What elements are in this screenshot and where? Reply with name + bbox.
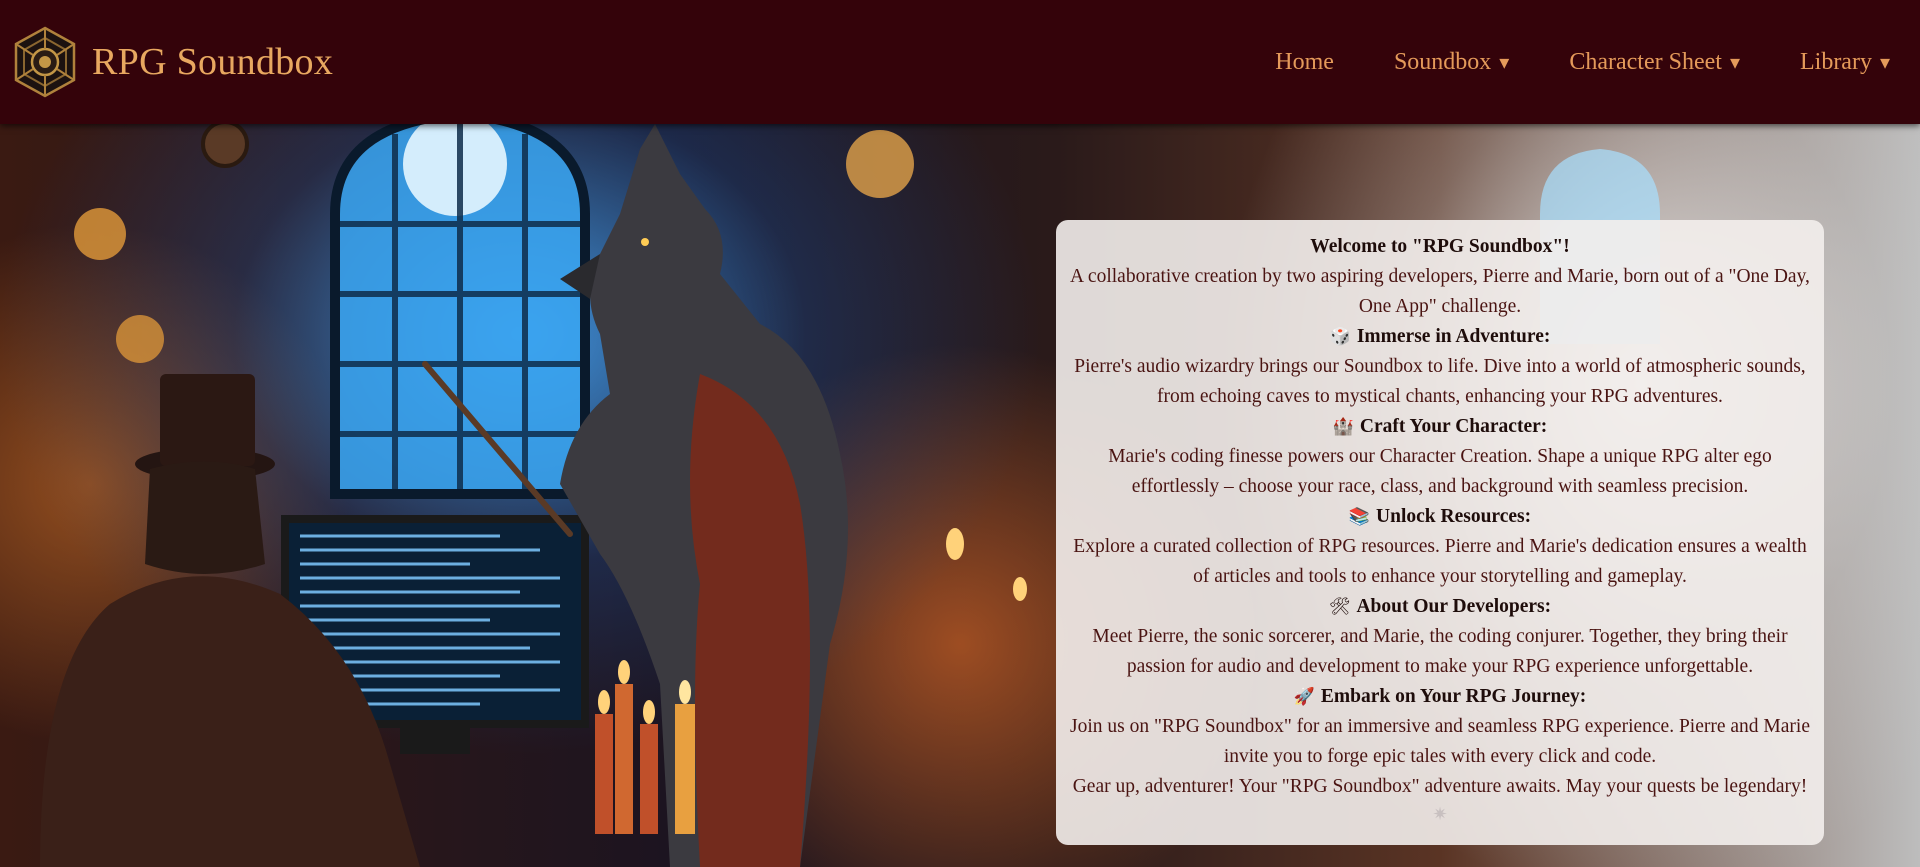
nav-character-sheet-label: Character Sheet bbox=[1569, 48, 1722, 75]
section-heading-text: Embark on Your RPG Journey: bbox=[1320, 686, 1587, 707]
section-heading-immerse: 🎲 Immerse in Adventure: bbox=[1064, 322, 1816, 352]
chevron-down-icon: ▾ bbox=[1499, 51, 1510, 74]
dice-icon: 🎲 bbox=[1329, 327, 1351, 347]
nav-soundbox-label: Soundbox bbox=[1393, 48, 1492, 75]
section-heading-resources: 📚 Unlock Resources: bbox=[1064, 502, 1816, 532]
section-heading-text: Craft Your Character: bbox=[1359, 416, 1548, 437]
nav-soundbox-dropdown[interactable]: Soundbox ▾ bbox=[1394, 49, 1509, 76]
brand-link[interactable]: RPG Soundbox bbox=[12, 26, 333, 98]
hero-section: Welcome to "RPG Soundbox"! A collaborati… bbox=[0, 124, 1920, 867]
books-icon: 📚 bbox=[1348, 507, 1371, 527]
welcome-card: Welcome to "RPG Soundbox"! A collaborati… bbox=[1056, 220, 1824, 845]
chevron-down-icon: ▾ bbox=[1879, 51, 1890, 74]
section-body-developers: Meet Pierre, the sonic sorcerer, and Mar… bbox=[1092, 626, 1788, 677]
welcome-intro: A collaborative creation by two aspiring… bbox=[1070, 266, 1810, 317]
section-body-journey: Join us on "RPG Soundbox" for an immersi… bbox=[1070, 716, 1810, 767]
castle-icon: 🏰 bbox=[1332, 417, 1354, 437]
rocket-icon: 🚀 bbox=[1293, 687, 1315, 707]
nav-home[interactable]: Home bbox=[1275, 49, 1334, 76]
welcome-closing: Gear up, adventurer! Your "RPG Soundbox"… bbox=[1072, 776, 1808, 797]
tools-icon: 🛠 bbox=[1328, 597, 1351, 617]
top-navbar: RPG Soundbox Home Soundbox ▾ Character S… bbox=[0, 0, 1920, 124]
section-body-resources: Explore a curated collection of RPG reso… bbox=[1073, 536, 1807, 587]
nav-library-dropdown[interactable]: Library ▾ bbox=[1800, 49, 1890, 76]
welcome-title: Welcome to "RPG Soundbox"! bbox=[1310, 236, 1570, 257]
section-heading-text: Unlock Resources: bbox=[1376, 506, 1532, 527]
nav-home-label: Home bbox=[1275, 48, 1334, 75]
nav-library-label: Library bbox=[1799, 48, 1872, 75]
nav-character-sheet-dropdown[interactable]: Character Sheet ▾ bbox=[1569, 49, 1740, 76]
section-heading-journey: 🚀 Embark on Your RPG Journey: bbox=[1064, 682, 1816, 712]
section-body-immerse: Pierre's audio wizardry brings our Sound… bbox=[1074, 356, 1806, 407]
d20-dice-logo-icon bbox=[14, 26, 76, 98]
section-heading-text: About Our Developers: bbox=[1356, 596, 1552, 617]
section-body-craft: Marie's coding finesse powers our Charac… bbox=[1108, 446, 1772, 497]
section-heading-text: Immerse in Adventure: bbox=[1356, 326, 1551, 347]
sparkle-icon: ✷ bbox=[1432, 804, 1448, 825]
section-heading-craft: 🏰 Craft Your Character: bbox=[1064, 412, 1816, 442]
gothic-window bbox=[330, 124, 590, 499]
brand-name: RPG Soundbox bbox=[92, 41, 334, 83]
chevron-down-icon: ▾ bbox=[1729, 51, 1740, 74]
main-nav: Home Soundbox ▾ Character Sheet ▾ Librar… bbox=[1275, 0, 1890, 124]
section-heading-developers: 🛠 About Our Developers: bbox=[1064, 592, 1816, 622]
